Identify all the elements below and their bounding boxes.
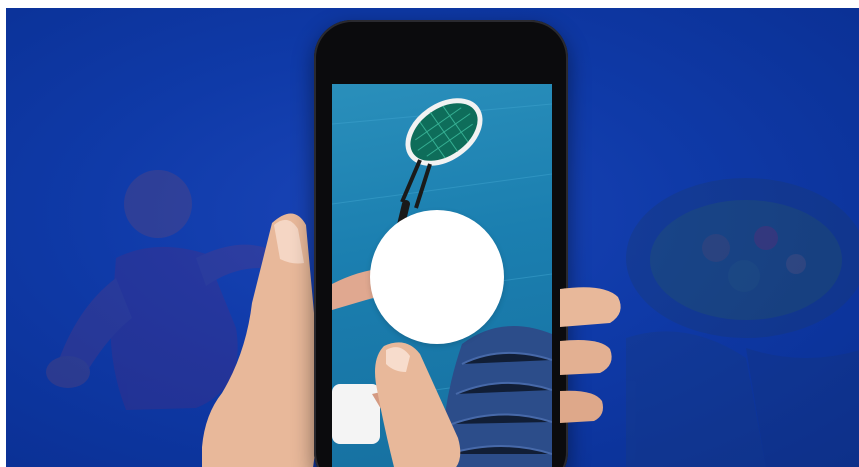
thumb-icon xyxy=(375,342,461,467)
hand-right-icon xyxy=(560,287,621,423)
salad-bowl-icon xyxy=(626,178,859,467)
play-circle-icon[interactable] xyxy=(370,210,504,344)
